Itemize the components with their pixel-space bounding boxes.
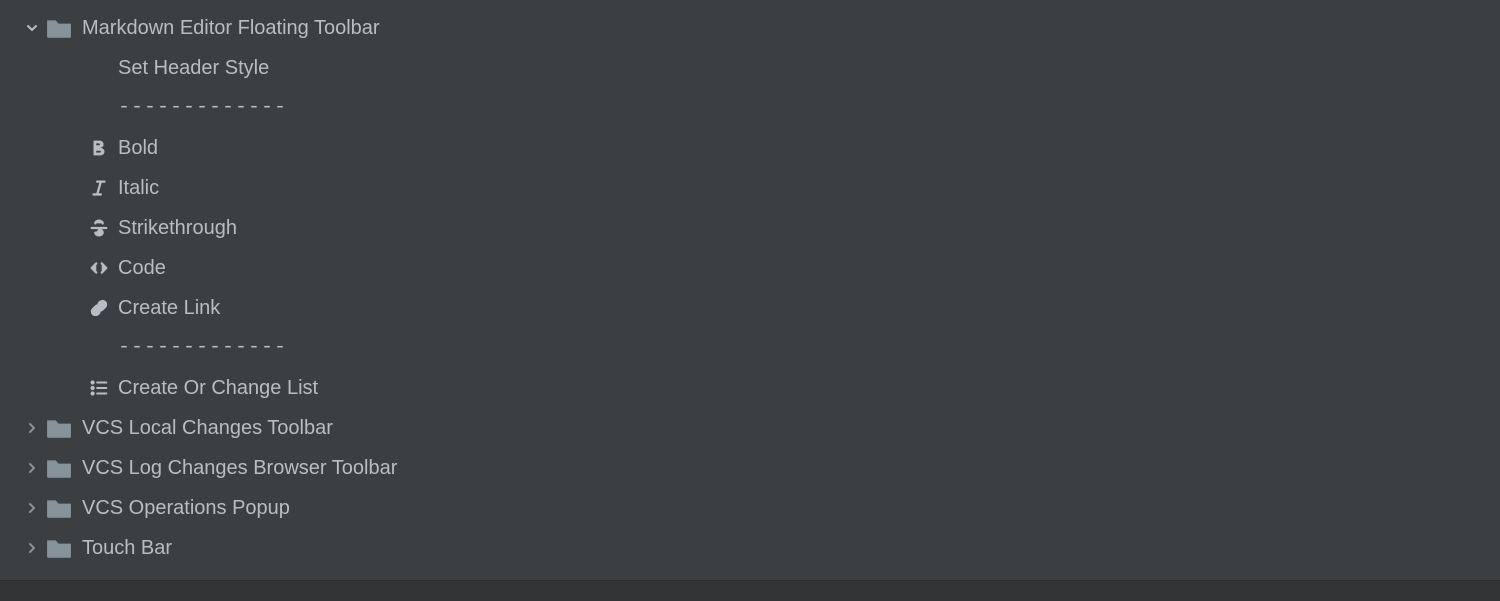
separator-text: ------------- — [116, 328, 287, 368]
folder-label: VCS Local Changes Toolbar — [80, 408, 333, 448]
action-label: Create Or Change List — [116, 368, 318, 408]
action-label: Italic — [116, 168, 159, 208]
list-icon — [82, 377, 116, 399]
folder-label: VCS Log Changes Browser Toolbar — [80, 448, 397, 488]
chevron-down-icon[interactable] — [20, 22, 44, 34]
panel-bottom-border — [0, 580, 1500, 601]
folder-label: Touch Bar — [80, 528, 172, 568]
settings-tree: Markdown Editor Floating Toolbar Set Hea… — [0, 0, 1500, 568]
folder-icon — [44, 537, 80, 559]
action-create-list[interactable]: Create Or Change List — [6, 368, 1500, 408]
separator-text: ------------- — [116, 88, 287, 128]
action-label: Code — [116, 248, 166, 288]
folder-icon — [44, 497, 80, 519]
strikethrough-icon — [82, 217, 116, 239]
action-set-header-style[interactable]: Set Header Style — [6, 48, 1500, 88]
folder-touch-bar[interactable]: Touch Bar — [6, 528, 1500, 568]
folder-icon — [44, 457, 80, 479]
chevron-right-icon[interactable] — [20, 422, 44, 434]
link-icon — [82, 297, 116, 319]
action-code[interactable]: Code — [6, 248, 1500, 288]
action-label: Set Header Style — [116, 48, 269, 88]
bold-icon — [82, 137, 116, 159]
action-label: Bold — [116, 128, 158, 168]
folder-label: VCS Operations Popup — [80, 488, 290, 528]
action-bold[interactable]: Bold — [6, 128, 1500, 168]
folder-vcs-log-changes[interactable]: VCS Log Changes Browser Toolbar — [6, 448, 1500, 488]
code-icon — [82, 257, 116, 279]
chevron-right-icon[interactable] — [20, 462, 44, 474]
chevron-right-icon[interactable] — [20, 502, 44, 514]
separator: ------------- — [6, 88, 1500, 128]
chevron-right-icon[interactable] — [20, 542, 44, 554]
action-italic[interactable]: Italic — [6, 168, 1500, 208]
action-strikethrough[interactable]: Strikethrough — [6, 208, 1500, 248]
italic-icon — [82, 177, 116, 199]
folder-vcs-operations[interactable]: VCS Operations Popup — [6, 488, 1500, 528]
folder-markdown-toolbar[interactable]: Markdown Editor Floating Toolbar — [6, 8, 1500, 48]
action-label: Strikethrough — [116, 208, 237, 248]
action-create-link[interactable]: Create Link — [6, 288, 1500, 328]
folder-icon — [44, 417, 80, 439]
folder-icon — [44, 17, 80, 39]
action-label: Create Link — [116, 288, 220, 328]
separator: ------------- — [6, 328, 1500, 368]
folder-vcs-local-changes[interactable]: VCS Local Changes Toolbar — [6, 408, 1500, 448]
folder-label: Markdown Editor Floating Toolbar — [80, 8, 380, 48]
